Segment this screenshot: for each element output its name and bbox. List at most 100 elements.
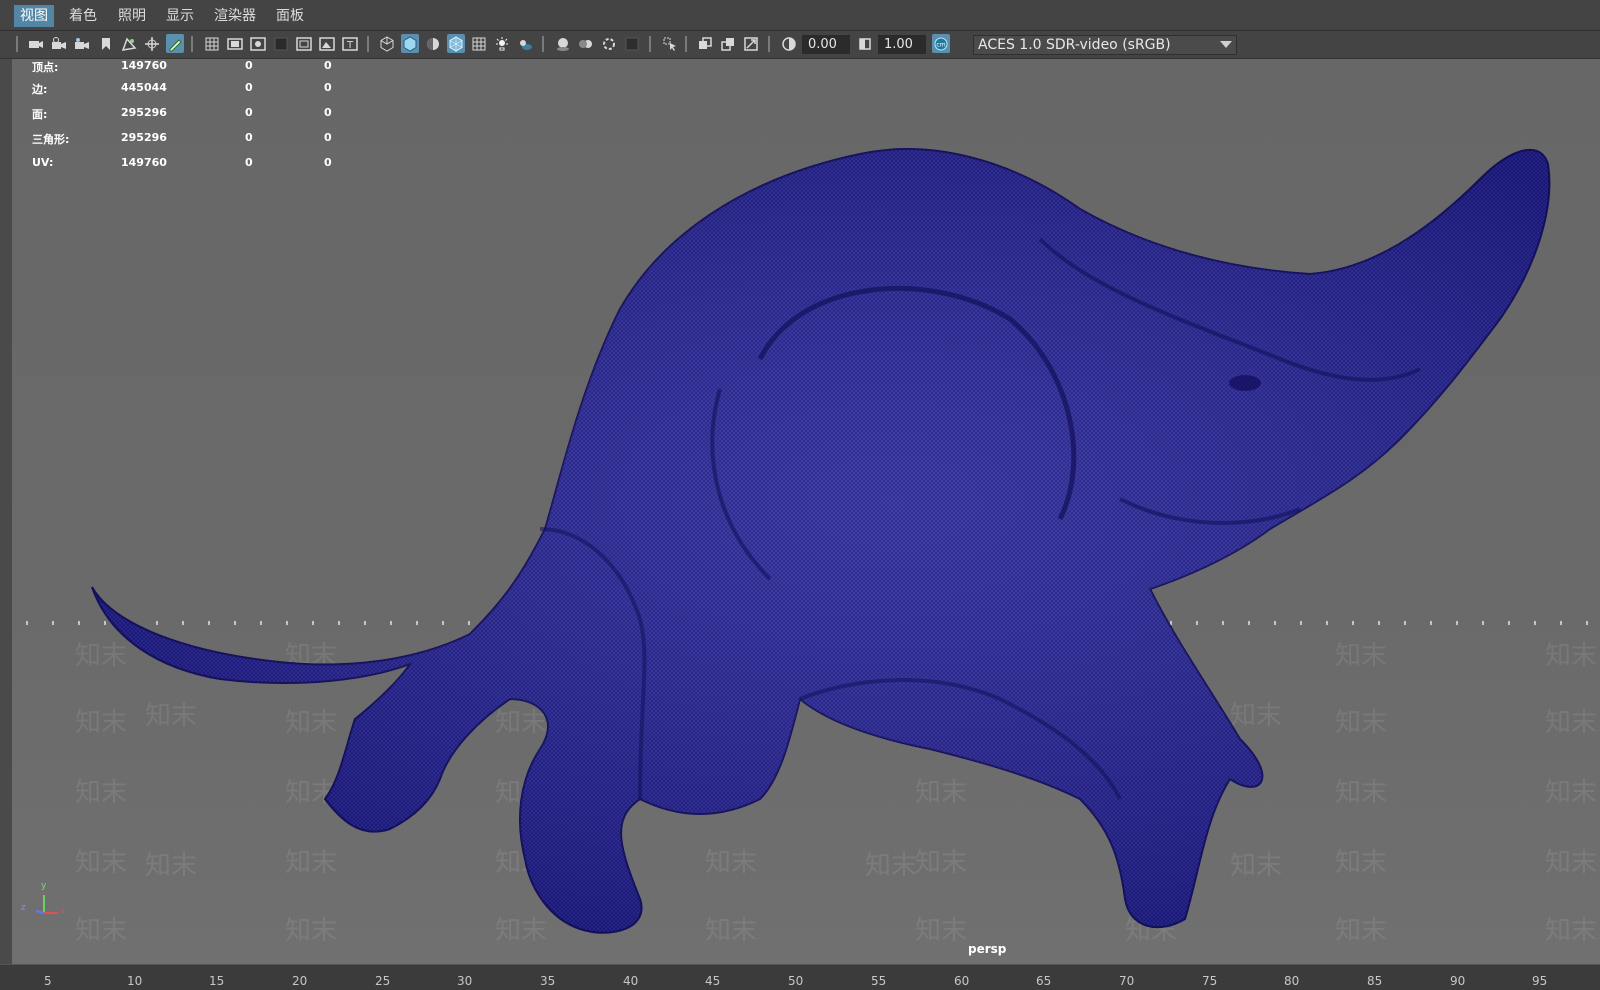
stat-label: UV: bbox=[32, 156, 54, 169]
svg-text:知末: 知末 bbox=[865, 851, 917, 881]
panel-toolbar: T 0.00 1.00 cm ACES 1.0 SDR-video (sRGB) bbox=[0, 31, 1600, 59]
svg-text:知末: 知末 bbox=[1335, 848, 1387, 878]
grid-icon[interactable] bbox=[203, 34, 221, 53]
stat-row-edges: 边: 445044 0 0 bbox=[32, 81, 352, 99]
stat-value: 149760 bbox=[121, 59, 167, 72]
3d-viewport[interactable]: 知末 知末 知末 知末 知末 知末 知末 知末 知末 知末 知末 知末 知末 知末 知末 知末 知末 知末 知末… bbox=[0, 59, 1600, 964]
svg-text:T: T bbox=[346, 40, 354, 51]
2d-pan-zoom-icon[interactable] bbox=[143, 34, 161, 53]
menu-show[interactable]: 显示 bbox=[160, 5, 200, 27]
axis-gizmo bbox=[35, 895, 58, 914]
safe-title-icon[interactable]: T bbox=[341, 34, 359, 53]
timeline-tick: 5 bbox=[44, 974, 52, 988]
use-all-lights-icon[interactable] bbox=[493, 34, 511, 53]
svg-text:知末: 知末 bbox=[1545, 916, 1597, 946]
wireframe-on-shaded-icon[interactable] bbox=[447, 34, 465, 53]
toolbar-separator bbox=[768, 36, 770, 52]
xray-joints-icon[interactable] bbox=[696, 34, 714, 53]
timeline-tick: 75 bbox=[1202, 974, 1218, 988]
view-transform-icon[interactable]: cm bbox=[932, 34, 950, 53]
timeline-tick: 15 bbox=[209, 974, 225, 988]
menu-lighting[interactable]: 照明 bbox=[112, 5, 152, 27]
gamma-icon[interactable] bbox=[856, 34, 874, 53]
timeline-tick: 70 bbox=[1119, 974, 1135, 988]
svg-text:知末: 知末 bbox=[915, 916, 967, 946]
svg-text:知末: 知末 bbox=[1335, 708, 1387, 738]
xray-active-components-icon[interactable] bbox=[719, 34, 737, 53]
stat-value: 0 bbox=[245, 131, 253, 144]
menu-view[interactable]: 视图 bbox=[14, 5, 54, 27]
default-material-icon[interactable] bbox=[424, 34, 442, 53]
timeline-tick: 35 bbox=[540, 974, 556, 988]
timeline-tick: 80 bbox=[1284, 974, 1300, 988]
color-space-dropdown[interactable]: ACES 1.0 SDR-video (sRGB) bbox=[973, 35, 1237, 55]
camera-attributes-icon[interactable] bbox=[73, 34, 91, 53]
field-chart-icon[interactable] bbox=[295, 34, 313, 53]
menu-renderer[interactable]: 渲染器 bbox=[208, 5, 262, 27]
stat-value: 0 bbox=[245, 59, 253, 72]
timeline-tick: 60 bbox=[954, 974, 970, 988]
timeline-tick: 50 bbox=[788, 974, 804, 988]
safe-action-icon[interactable] bbox=[318, 34, 336, 53]
timeline-tick: 85 bbox=[1367, 974, 1383, 988]
toolbar-separator bbox=[191, 36, 193, 52]
svg-text:知末: 知末 bbox=[145, 851, 197, 881]
screen-space-ao-icon[interactable] bbox=[554, 34, 572, 53]
viewport-canvas: 知末 知末 知末 知末 知末 知末 知末 知末 知末 知末 知末 知末 知末 知末 知末 知末 知末 知末 知末… bbox=[0, 148, 1600, 946]
svg-text:知末: 知末 bbox=[1545, 641, 1597, 671]
timeline-tick: 10 bbox=[127, 974, 143, 988]
timeline-tick: 65 bbox=[1036, 974, 1052, 988]
svg-text:知末: 知末 bbox=[705, 848, 757, 878]
svg-text:知末: 知末 bbox=[495, 916, 547, 946]
svg-text:知末: 知末 bbox=[1335, 778, 1387, 808]
timeline-tick: 90 bbox=[1450, 974, 1466, 988]
lock-camera-icon[interactable] bbox=[50, 34, 68, 53]
exposure-field[interactable]: 0.00 bbox=[802, 35, 850, 54]
wireframe-icon[interactable] bbox=[378, 34, 396, 53]
toolbar-separator bbox=[367, 36, 369, 52]
svg-text:知末: 知末 bbox=[495, 708, 547, 738]
time-slider[interactable]: 5 10 15 20 25 30 35 40 45 50 55 60 65 70… bbox=[0, 964, 1600, 990]
depth-of-field-icon[interactable] bbox=[623, 34, 641, 53]
svg-text:知末: 知末 bbox=[75, 708, 127, 738]
exposure-icon[interactable] bbox=[780, 34, 798, 53]
grease-pencil-icon[interactable] bbox=[166, 34, 184, 53]
stat-value: 0 bbox=[324, 156, 332, 169]
stat-value: 0 bbox=[324, 106, 332, 119]
svg-text:知末: 知末 bbox=[1230, 701, 1282, 731]
svg-text:cm: cm bbox=[936, 41, 945, 48]
menu-shading[interactable]: 着色 bbox=[63, 5, 103, 27]
stat-label: 三角形: bbox=[32, 133, 70, 146]
axis-z-label: z bbox=[21, 903, 26, 913]
stat-value: 0 bbox=[324, 81, 332, 94]
film-gate-icon[interactable] bbox=[226, 34, 244, 53]
xray-icon[interactable] bbox=[470, 34, 488, 53]
svg-text:知末: 知末 bbox=[1545, 708, 1597, 738]
gamma-field[interactable]: 1.00 bbox=[878, 35, 926, 54]
chevron-down-icon bbox=[1220, 41, 1232, 48]
menu-panels[interactable]: 面板 bbox=[270, 5, 310, 27]
stat-value: 445044 bbox=[121, 81, 167, 94]
stat-row-uvs: UV: 149760 0 0 bbox=[32, 156, 352, 174]
timeline-tick: 30 bbox=[457, 974, 473, 988]
timeline-tick: 45 bbox=[705, 974, 721, 988]
anti-aliasing-icon[interactable] bbox=[600, 34, 618, 53]
stat-row-vertices: 顶点: 149760 0 0 bbox=[32, 59, 352, 77]
svg-text:知末: 知末 bbox=[705, 916, 757, 946]
timeline-tick: 40 bbox=[623, 974, 639, 988]
timeline-tick: 95 bbox=[1532, 974, 1548, 988]
bookmark-icon[interactable] bbox=[97, 34, 115, 53]
svg-text:知末: 知末 bbox=[1230, 851, 1282, 881]
toolbar-separator bbox=[16, 36, 18, 52]
select-camera-icon[interactable] bbox=[27, 34, 45, 53]
resolution-gate-icon[interactable] bbox=[249, 34, 267, 53]
smooth-shade-icon[interactable] bbox=[401, 34, 419, 53]
backface-culling-icon[interactable] bbox=[742, 34, 760, 53]
image-plane-icon[interactable] bbox=[120, 34, 138, 53]
gate-mask-icon[interactable] bbox=[272, 34, 290, 53]
svg-text:知末: 知末 bbox=[915, 778, 967, 808]
motion-blur-icon[interactable] bbox=[577, 34, 595, 53]
isolate-select-icon[interactable] bbox=[661, 34, 679, 53]
svg-text:知末: 知末 bbox=[75, 916, 127, 946]
shadows-icon[interactable] bbox=[516, 34, 534, 53]
